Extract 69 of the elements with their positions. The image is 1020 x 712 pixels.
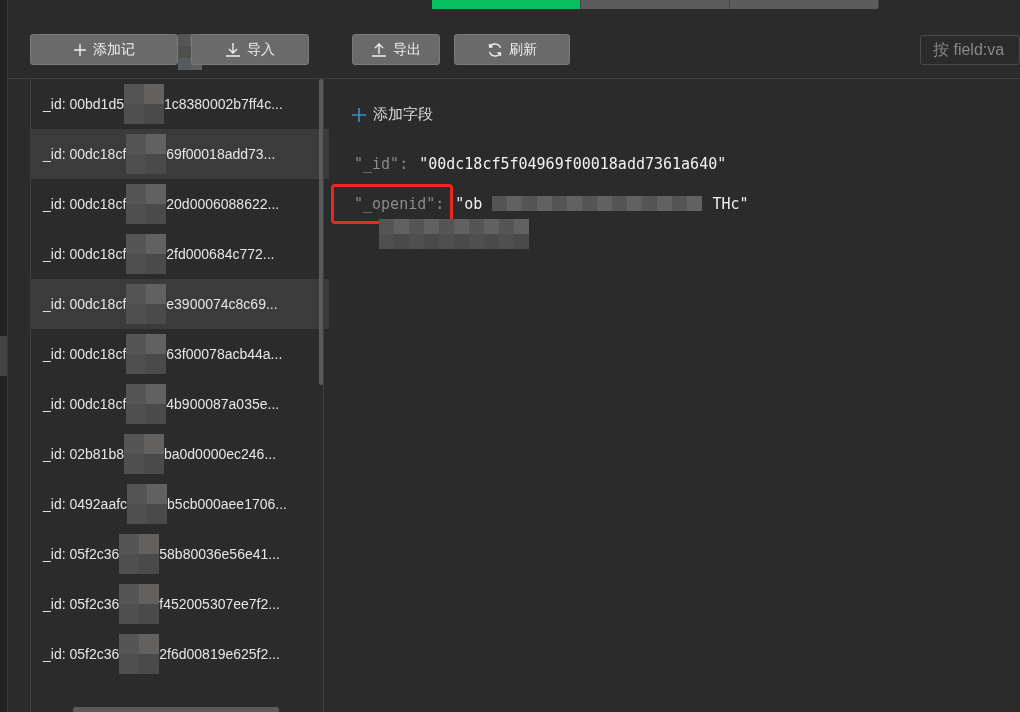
redaction-mosaic [123, 84, 164, 124]
redaction-mosaic [119, 634, 160, 674]
record-id: _id: 00dc18cf [43, 146, 127, 162]
record-item[interactable]: _id: 02b81b8 ba0d0000ec246... [31, 429, 329, 479]
record-id: _id: 05f2c36 [43, 646, 120, 662]
record-id: b5cb000aee1706... [167, 496, 287, 512]
upload-icon [371, 41, 387, 58]
record-id: _id: 0492aafc [43, 496, 128, 512]
record-item[interactable]: _id: 05f2c36 2f6d00819e625f2... [31, 629, 329, 679]
search-field[interactable]: 按 field:va [920, 34, 1020, 65]
record-id: 2f6d00819e625f2... [159, 646, 280, 662]
record-id: 69f00018add73... [166, 146, 276, 162]
redaction-mosaic [127, 484, 168, 524]
record-id: 63f00078acb44a... [166, 346, 283, 362]
record-id: _id: 00bd1d5 [43, 96, 124, 112]
import-button[interactable]: 导入 [191, 34, 309, 65]
tab[interactable] [581, 0, 730, 9]
refresh-button[interactable]: 刷新 [454, 34, 570, 65]
export-button[interactable]: 导出 [352, 34, 440, 65]
record-id: _id: 05f2c36 [43, 596, 120, 612]
redaction-mosaic [119, 534, 160, 574]
record-id: _id: 05f2c36 [43, 546, 120, 562]
record-item[interactable]: _id: 00bd1d5 1c8380002b7ff4c... [31, 79, 329, 129]
record-item[interactable]: _id: 00dc18cf 4b900087a035e... [31, 379, 329, 429]
plus-icon [73, 42, 87, 57]
scrollbar-thumb[interactable] [73, 707, 279, 712]
tab[interactable] [432, 0, 581, 9]
record-id: 2fd000684c772... [166, 246, 275, 262]
record-id: _id: 00dc18cf [43, 396, 127, 412]
plus-icon [351, 106, 367, 123]
download-icon [225, 41, 241, 58]
record-item[interactable]: _id: 00dc18cf e3900074c8c69... [31, 279, 329, 329]
record-id: e3900074c8c69... [166, 296, 278, 312]
record-id: 4b900087a035e... [166, 396, 280, 412]
redaction-mosaic [119, 584, 160, 624]
redaction-mosaic [123, 434, 164, 474]
record-id: 20d0006088622... [166, 196, 280, 212]
redaction-mosaic [126, 134, 167, 174]
field-value: THc" [712, 194, 749, 213]
redaction-mosaic [126, 334, 167, 374]
field-value: "00dc18cf5f04969f00018add7361a640" [419, 154, 727, 173]
record-id: _id: 00dc18cf [43, 346, 127, 362]
record-item[interactable]: _id: 05f2c36 58b80036e56e41... [31, 529, 329, 579]
record-id: _id: 00dc18cf [43, 296, 127, 312]
redaction-mosaic [126, 284, 167, 324]
record-id: _id: 00dc18cf [43, 246, 127, 262]
scrollbar-thumb[interactable] [0, 336, 7, 376]
record-item[interactable]: _id: 00dc18cf 69f00018add73... [31, 129, 329, 179]
record-id: ba0d0000ec246... [163, 446, 277, 462]
redaction-mosaic [126, 184, 167, 224]
scrollbar-thumb[interactable] [319, 79, 323, 385]
tab[interactable] [730, 0, 879, 9]
record-id: _id: 02b81b8 [43, 446, 124, 462]
record-id: _id: 00dc18cf [43, 196, 127, 212]
add-button[interactable]: 添加记 [30, 34, 178, 65]
add-field-link[interactable]: 添加字段 [351, 105, 433, 124]
record-item[interactable]: _id: 0492aafc b5cb000aee1706... [31, 479, 329, 529]
field-value: "ob [455, 194, 483, 213]
redaction-mosaic [126, 234, 167, 274]
record-id: 58b80036e56e41... [159, 546, 280, 562]
record-item[interactable]: _id: 00dc18cf 2fd000684c772... [31, 229, 329, 279]
record-item[interactable]: _id: 00dc18cf 63f00078acb44a... [31, 329, 329, 379]
record-id: f452005307ee7f2... [159, 596, 280, 612]
refresh-icon [487, 41, 503, 58]
record-item[interactable]: _id: 05f2c36 f452005307ee7f2... [31, 579, 329, 629]
record-id: 1c8380002b7ff4c... [163, 96, 283, 112]
field-key: "_id": [331, 143, 418, 184]
record-item[interactable]: _id: 00dc18cf 20d0006088622... [31, 179, 329, 229]
redaction-mosaic [126, 384, 167, 424]
